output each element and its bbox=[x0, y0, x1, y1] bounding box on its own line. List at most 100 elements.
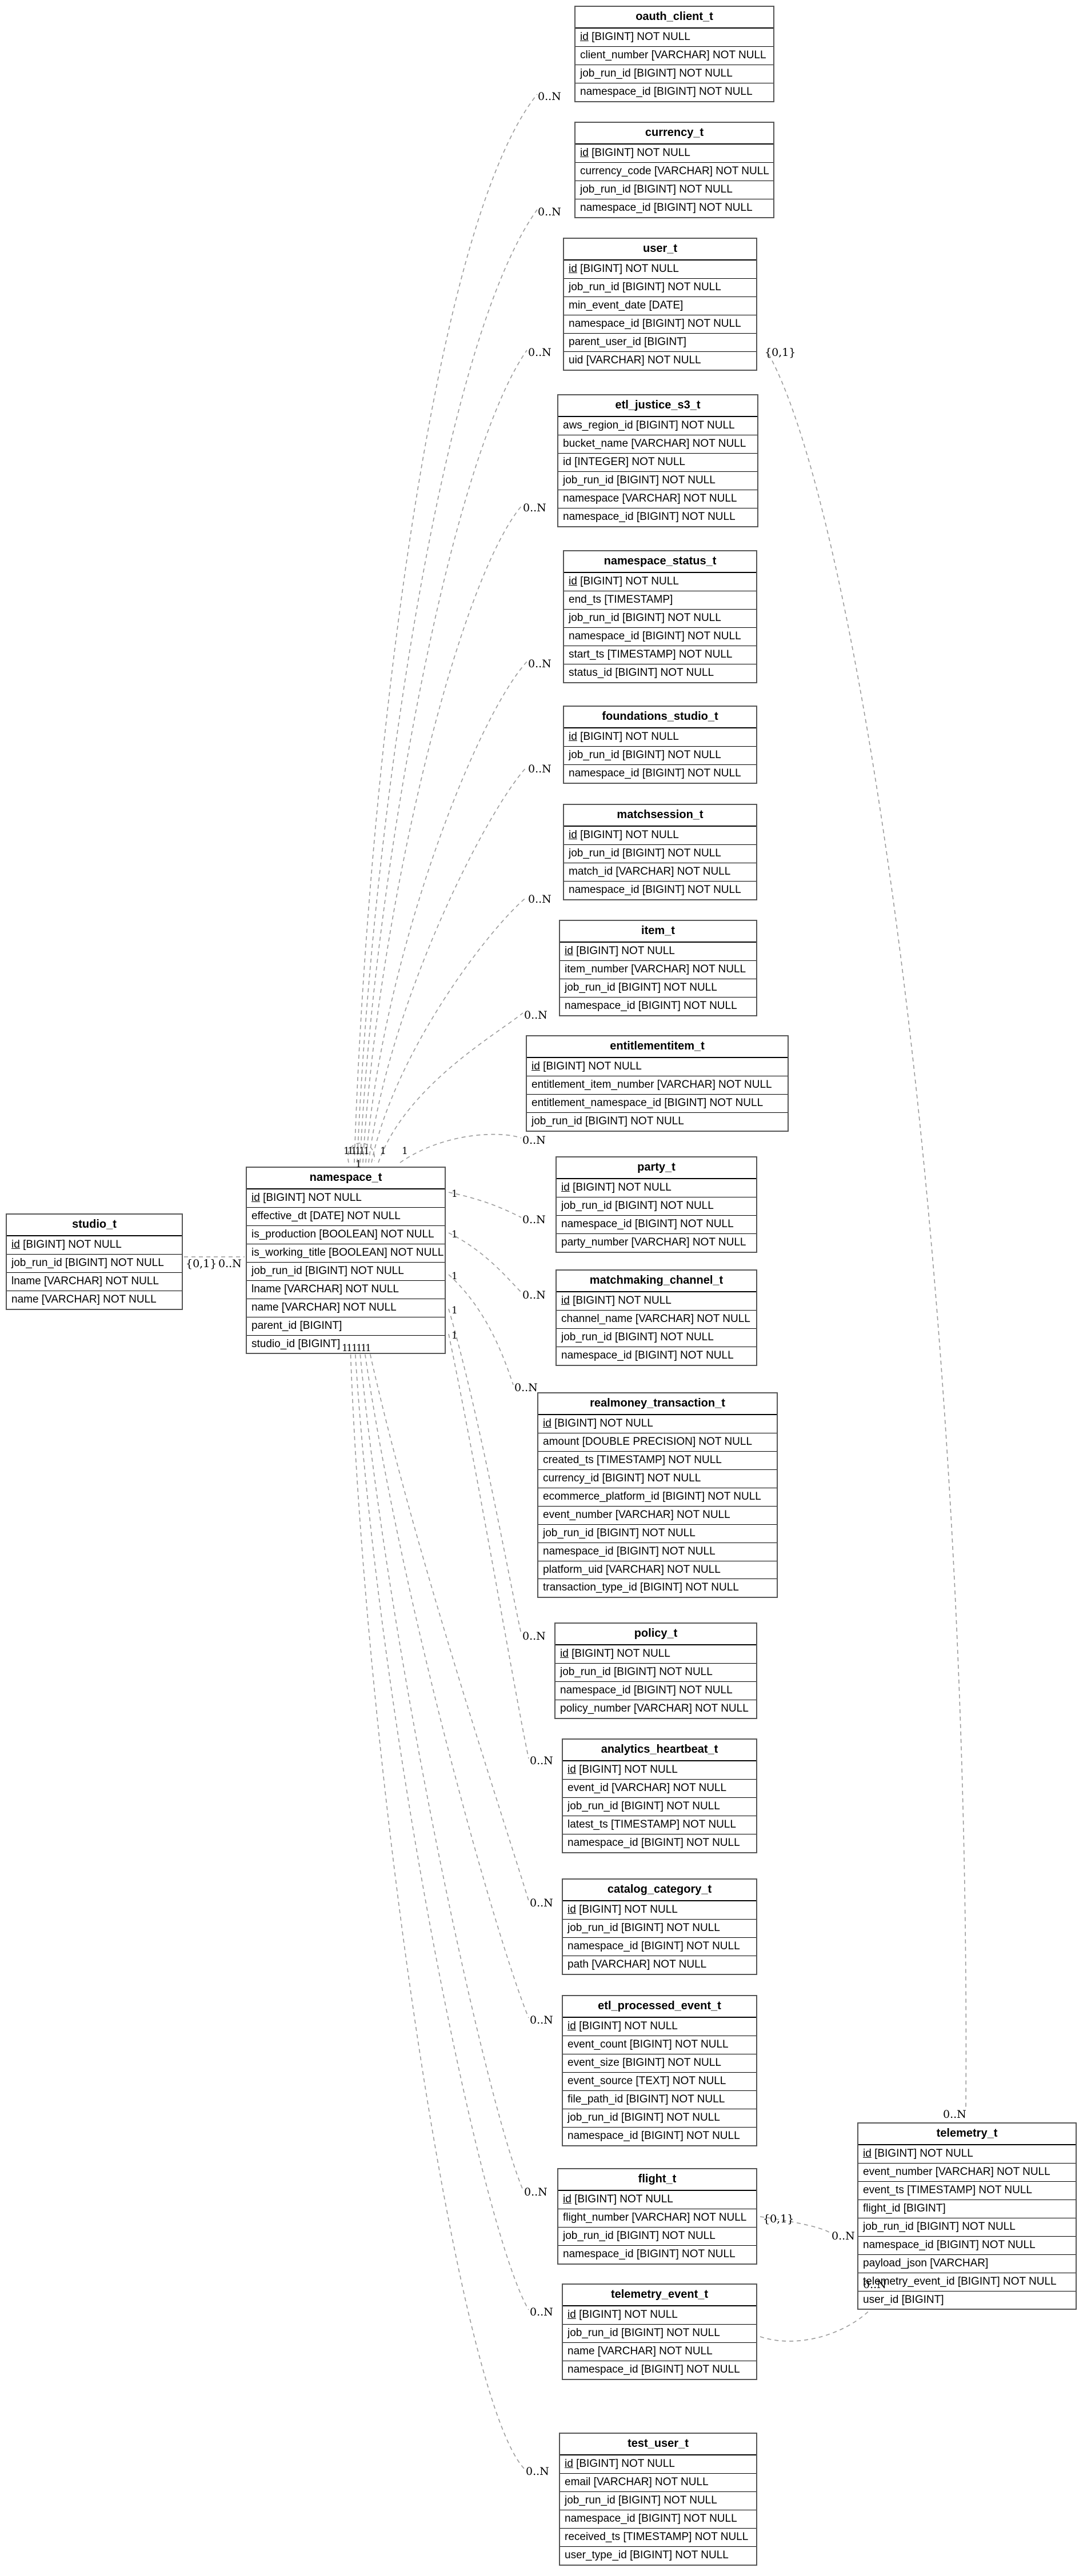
entity-attribute: job_run_id [BIGINT] NOT NULL bbox=[557, 1197, 756, 1216]
entity-attribute: namespace [VARCHAR] NOT NULL bbox=[558, 490, 757, 508]
attribute-text: namespace_id [BIGINT] NOT NULL bbox=[543, 1545, 716, 1557]
attribute-text: namespace_id [BIGINT] NOT NULL bbox=[565, 999, 737, 1012]
entity-attribute: job_run_id [BIGINT] NOT NULL bbox=[563, 1919, 756, 1938]
entity-attribute: parent_id [BIGINT] bbox=[247, 1317, 445, 1336]
attribute-text: job_run_id [BIGINT] NOT NULL bbox=[568, 2326, 720, 2339]
attribute-text: amount [DOUBLE PRECISION] NOT NULL bbox=[543, 1435, 753, 1448]
attribute-text: is_working_title [BOOLEAN] NOT NULL bbox=[251, 1246, 444, 1259]
entity-currency_t[interactable]: currency_t id [BIGINT] NOT NULL currency_c… bbox=[574, 122, 774, 218]
entity-attribute: entitlement_namespace_id [BIGINT] NOT NU… bbox=[527, 1094, 788, 1113]
entity-party_t[interactable]: party_t id [BIGINT] NOT NULL job_run_id [B… bbox=[556, 1156, 757, 1253]
entity-entitlementitem_t[interactable]: entitlementitem_t id [BIGINT] NOT NULL ent… bbox=[526, 1035, 789, 1132]
entity-flight_t[interactable]: flight_tid [BIGINT] NOT NULL flight_numbe… bbox=[557, 2168, 757, 2265]
attribute-text: event_count [BIGINT] NOT NULL bbox=[568, 2038, 729, 2050]
entity-attribute: job_run_id [BIGINT] NOT NULL bbox=[247, 1262, 445, 1281]
attribute-text: lname [VARCHAR] NOT NULL bbox=[251, 1283, 399, 1295]
primary-key-attribute-text: id [BIGINT] NOT NULL bbox=[563, 2193, 673, 2205]
attribute-text: job_run_id [BIGINT] NOT NULL bbox=[565, 981, 717, 993]
entity-attribute: job_run_id [BIGINT] NOT NULL bbox=[7, 1254, 182, 1273]
entity-attribute: event_number [VARCHAR] NOT NULL bbox=[538, 1506, 777, 1525]
cardinality-label: 0..N bbox=[522, 1289, 546, 1301]
attribute-text: uid [VARCHAR] NOT NULL bbox=[569, 354, 701, 366]
entity-attribute: flight_id [BIGINT] bbox=[858, 2200, 1076, 2218]
attribute-text: party_number [VARCHAR] NOT NULL bbox=[561, 1236, 746, 1248]
entity-user_t[interactable]: user_t id [BIGINT] NOT NULL job_run_id [BI… bbox=[563, 238, 757, 371]
cardinality-label: 0..N bbox=[524, 2186, 548, 2198]
cardinality-label: 0..N bbox=[530, 1897, 553, 1909]
entity-attribute: user_id [BIGINT] bbox=[858, 2291, 1076, 2309]
cardinality-label: 1 bbox=[451, 1330, 458, 1341]
entity-realmoney_transaction_t[interactable]: realmoney_transaction_t id [BIGINT] NOT N… bbox=[537, 1392, 778, 1599]
entity-title: etl_justice_s3_t bbox=[558, 395, 757, 417]
entity-telemetry_t[interactable]: telemetry_t id [BIGINT] NOT NULL event_num… bbox=[857, 2122, 1077, 2310]
attribute-text: namespace_id [BIGINT] NOT NULL bbox=[568, 1940, 740, 1952]
entity-etl_justice_s3_t[interactable]: etl_justice_s3_t aws_region_id [BIGINT] N… bbox=[557, 394, 758, 527]
entity-attribute: id [BIGINT] NOT NULL bbox=[564, 261, 756, 279]
entity-attribute: job_run_id [BIGINT] NOT NULL bbox=[558, 2227, 756, 2246]
cardinality-label: 0..N bbox=[526, 2465, 549, 2478]
entity-policy_t[interactable]: policy_t id [BIGINT] NOT NULL job_run_id [… bbox=[554, 1622, 757, 1719]
entity-attribute: namespace_id [BIGINT] NOT NULL bbox=[576, 83, 773, 101]
attribute-text: status_id [BIGINT] NOT NULL bbox=[569, 666, 714, 679]
entity-catalog_category_t[interactable]: catalog_category_t id [BIGINT] NOT NULL jo… bbox=[562, 1878, 757, 1975]
entity-attribute: match_id [VARCHAR] NOT NULL bbox=[564, 863, 756, 882]
entity-foundations_studio_t[interactable]: foundations_studio_t id [BIGINT] NOT NULL… bbox=[563, 706, 757, 784]
entity-oauth_client_t[interactable]: oauth_client_t id [BIGINT] NOT NULL client… bbox=[574, 6, 774, 102]
relationship-edge bbox=[399, 1133, 522, 1163]
entity-title: catalog_category_t bbox=[563, 1880, 756, 1901]
attribute-text: client_number [VARCHAR] NOT NULL bbox=[580, 49, 766, 61]
attribute-text: parent_id [BIGINT] bbox=[251, 1319, 342, 1332]
attribute-text: job_run_id [BIGINT] NOT NULL bbox=[863, 2220, 1016, 2233]
relationship-edge bbox=[368, 766, 527, 1163]
relationship-edge bbox=[448, 1333, 529, 1759]
entity-attribute: id [BIGINT] NOT NULL bbox=[7, 1236, 182, 1255]
cardinality-label: {0,1} bbox=[763, 2213, 794, 2225]
entity-title: studio_t bbox=[7, 1215, 182, 1236]
entity-namespace_status_t[interactable]: namespace_status_t id [BIGINT] NOT NULL en… bbox=[563, 550, 757, 683]
primary-key-attribute-text: id [BIGINT] NOT NULL bbox=[560, 1648, 670, 1660]
entity-attribute: job_run_id [BIGINT] NOT NULL bbox=[558, 471, 757, 490]
entity-etl_processed_event_t[interactable]: etl_processed_event_t id [BIGINT] NOT NUL… bbox=[562, 1995, 757, 2146]
entity-attribute: amount [DOUBLE PRECISION] NOT NULL bbox=[538, 1433, 777, 1452]
entity-attribute: id [BIGINT] NOT NULL bbox=[858, 2145, 1076, 2164]
attribute-text: job_run_id [BIGINT] NOT NULL bbox=[580, 183, 733, 195]
attribute-text: policy_number [VARCHAR] NOT NULL bbox=[560, 1702, 749, 1714]
entity-attribute: start_ts [TIMESTAMP] NOT NULL bbox=[564, 646, 756, 664]
entity-test_user_t[interactable]: test_user_t id [BIGINT] NOT NULL email [VA… bbox=[559, 2433, 757, 2566]
entity-matchmaking_channel_t[interactable]: matchmaking_channel_t id [BIGINT] NOT NUL… bbox=[556, 1269, 757, 1366]
primary-key-attribute-text: id [BIGINT] NOT NULL bbox=[568, 2309, 678, 2321]
entity-telemetry_event_t[interactable]: telemetry_event_t id [BIGINT] NOT NULL job… bbox=[562, 2283, 757, 2380]
entity-studio_t[interactable]: studio_tid [BIGINT] NOT NULL job_run_id [… bbox=[6, 1213, 183, 1310]
entity-namespace_t[interactable]: namespace_t id [BIGINT] NOT NULL effective… bbox=[246, 1167, 446, 1355]
cardinality-label: {0,1} bbox=[765, 346, 796, 359]
attribute-text: name [VARCHAR] NOT NULL bbox=[568, 2345, 713, 2357]
entity-attribute: job_run_id [BIGINT] NOT NULL bbox=[564, 278, 756, 297]
attribute-text: id [INTEGER] NOT NULL bbox=[563, 455, 685, 468]
cardinality-label: 0..N bbox=[528, 893, 552, 906]
attribute-text: namespace_id [BIGINT] NOT NULL bbox=[568, 2363, 740, 2375]
attribute-text: namespace [VARCHAR] NOT NULL bbox=[563, 492, 737, 504]
relationship-edge bbox=[371, 896, 527, 1163]
primary-key-underline: id bbox=[565, 945, 573, 957]
entity-matchsession_t[interactable]: matchsession_t id [BIGINT] NOT NULL job_ru… bbox=[563, 804, 757, 900]
attribute-text: flight_number [VARCHAR] NOT NULL bbox=[563, 2211, 747, 2224]
primary-key-underline: id bbox=[568, 1904, 576, 1916]
entity-analytics_heartbeat_t[interactable]: analytics_heartbeat_t id [BIGINT] NOT NUL… bbox=[562, 1738, 757, 1853]
primary-key-underline: id bbox=[543, 1417, 552, 1429]
attribute-text: namespace_id [BIGINT] NOT NULL bbox=[563, 510, 736, 523]
entity-title: flight_t bbox=[558, 2169, 756, 2191]
entity-title: matchsession_t bbox=[564, 805, 756, 827]
entity-attribute: job_run_id [BIGINT] NOT NULL bbox=[564, 746, 756, 765]
entity-attribute: event_size [BIGINT] NOT NULL bbox=[563, 2054, 756, 2073]
entity-attribute: job_run_id [BIGINT] NOT NULL bbox=[576, 65, 773, 83]
entity-attribute: id [BIGINT] NOT NULL bbox=[563, 1901, 756, 1920]
relationship-edge bbox=[448, 1232, 522, 1293]
attribute-text: entitlement_namespace_id [BIGINT] NOT NU… bbox=[531, 1096, 764, 1109]
entity-item_t[interactable]: item_t id [BIGINT] NOT NULL item_number [V… bbox=[559, 920, 757, 1016]
attribute-text: lname [VARCHAR] NOT NULL bbox=[11, 1275, 159, 1287]
attribute-text: latest_ts [TIMESTAMP] NOT NULL bbox=[568, 1818, 736, 1830]
cardinality-label: 0..N bbox=[522, 1630, 546, 1642]
primary-key-attribute-text: id [BIGINT] NOT NULL bbox=[561, 1295, 672, 1307]
cardinality-label: 0..N bbox=[943, 2108, 966, 2121]
primary-key-attribute-text: id [BIGINT] NOT NULL bbox=[11, 1239, 122, 1251]
